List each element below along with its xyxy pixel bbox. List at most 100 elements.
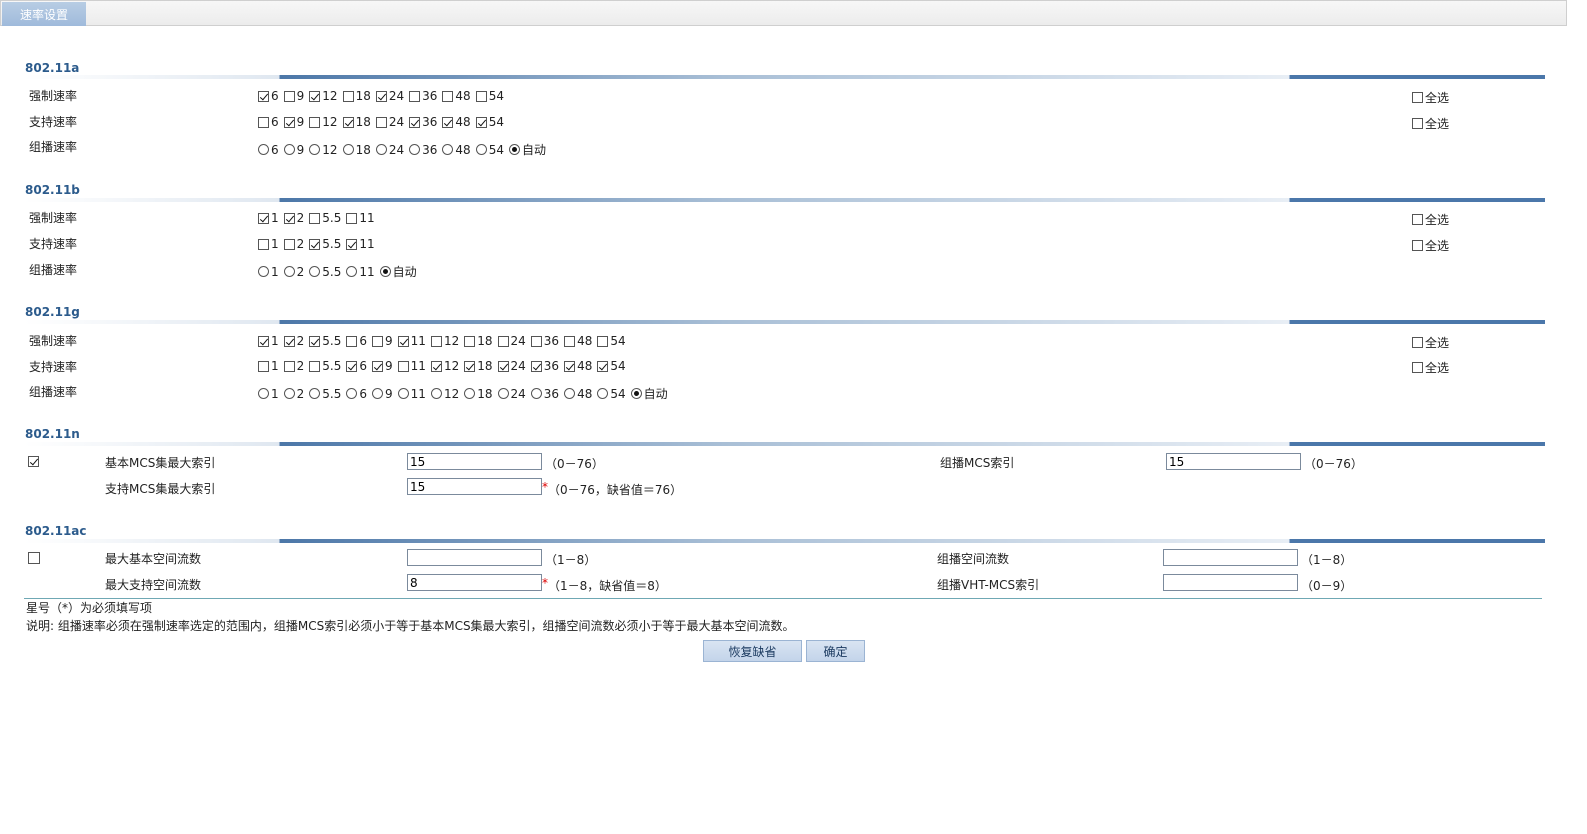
rate-checkbox[interactable] — [564, 335, 576, 347]
multicast-rate-option[interactable]: 11 — [397, 387, 431, 401]
rate-option[interactable]: 12 — [430, 334, 464, 348]
g-supported-select-all[interactable]: 全选 — [1412, 359, 1449, 376]
rate-checkbox[interactable] — [258, 360, 269, 372]
rate-checkbox[interactable] — [430, 360, 442, 372]
multicast-radio[interactable] — [497, 388, 509, 399]
rate-option[interactable]: 5.5 — [309, 211, 346, 225]
rate-option[interactable]: 18 — [464, 334, 497, 348]
multicast-nss-input[interactable] — [1163, 549, 1298, 566]
rate-checkbox[interactable] — [409, 90, 421, 102]
select-all-checkbox[interactable] — [1412, 118, 1423, 129]
multicast-vht-input[interactable] — [1163, 574, 1298, 591]
multicast-rate-option[interactable]: 自动 — [508, 141, 551, 158]
rate-option[interactable]: 11 — [397, 334, 431, 348]
ac-enable-checkbox[interactable] — [28, 552, 40, 564]
multicast-radio[interactable] — [283, 144, 295, 155]
n-enable-checkbox[interactable] — [28, 456, 39, 467]
rate-checkbox[interactable] — [258, 335, 269, 347]
rate-option[interactable]: 1 — [258, 334, 284, 348]
rate-option[interactable]: 24 — [497, 359, 531, 373]
rate-checkbox[interactable] — [309, 335, 321, 347]
multicast-rate-option[interactable]: 自动 — [379, 263, 422, 280]
rate-checkbox[interactable] — [497, 335, 509, 347]
rate-checkbox[interactable] — [283, 212, 295, 224]
rate-option[interactable]: 11 — [397, 359, 431, 373]
rate-checkbox[interactable] — [309, 116, 321, 128]
rate-option[interactable]: 48 — [442, 89, 475, 103]
rate-checkbox[interactable] — [346, 360, 358, 372]
rate-option[interactable]: 9 — [372, 359, 398, 373]
rate-option[interactable]: 36 — [530, 334, 564, 348]
b-mandatory-select-all[interactable]: 全选 — [1412, 211, 1449, 228]
rate-option[interactable]: 6 — [258, 89, 284, 103]
tab-rate-settings[interactable]: 速率设置 — [2, 2, 86, 26]
multicast-rate-option[interactable]: 54 — [475, 143, 509, 157]
rate-option[interactable]: 54 — [597, 334, 630, 348]
multicast-radio[interactable] — [464, 388, 476, 399]
multicast-rate-option[interactable]: 36 — [530, 387, 564, 401]
multicast-rate-option[interactable]: 5.5 — [309, 265, 346, 279]
rate-checkbox[interactable] — [258, 238, 269, 250]
rate-option[interactable]: 12 — [309, 89, 342, 103]
multicast-rate-option[interactable]: 2 — [283, 387, 310, 401]
rate-checkbox[interactable] — [258, 90, 269, 102]
select-all-checkbox[interactable] — [1412, 92, 1423, 103]
rate-checkbox[interactable] — [597, 360, 609, 372]
multicast-radio[interactable] — [397, 388, 409, 399]
multicast-radio[interactable] — [597, 388, 609, 399]
rate-checkbox[interactable] — [346, 238, 358, 250]
rate-option[interactable]: 1 — [258, 359, 284, 373]
rate-checkbox[interactable] — [342, 90, 354, 102]
rate-checkbox[interactable] — [309, 212, 321, 224]
rate-checkbox[interactable] — [283, 335, 295, 347]
rate-checkbox[interactable] — [372, 360, 384, 372]
rate-checkbox[interactable] — [430, 335, 442, 347]
rate-option[interactable]: 2 — [283, 237, 310, 251]
multicast-rate-option[interactable]: 24 — [497, 387, 531, 401]
rate-option[interactable]: 11 — [346, 237, 379, 251]
multicast-rate-option[interactable]: 1 — [258, 387, 284, 401]
rate-checkbox[interactable] — [475, 116, 487, 128]
rate-option[interactable]: 9 — [372, 334, 398, 348]
rate-checkbox[interactable] — [309, 360, 321, 372]
select-all-checkbox[interactable] — [1412, 337, 1423, 348]
multicast-rate-option[interactable]: 自动 — [630, 385, 673, 402]
restore-default-button[interactable]: 恢复缺省 — [703, 640, 802, 662]
multicast-radio[interactable] — [508, 144, 520, 155]
rate-checkbox[interactable] — [258, 212, 269, 224]
a-supported-select-all[interactable]: 全选 — [1412, 115, 1449, 132]
rate-checkbox[interactable] — [283, 360, 295, 372]
rate-checkbox[interactable] — [283, 116, 295, 128]
rate-option[interactable]: 54 — [475, 115, 509, 129]
multicast-radio[interactable] — [283, 266, 295, 277]
rate-checkbox[interactable] — [346, 212, 358, 224]
rate-checkbox[interactable] — [309, 238, 321, 250]
rate-option[interactable]: 18 — [342, 115, 376, 129]
rate-option[interactable]: 12 — [309, 115, 342, 129]
rate-option[interactable]: 5.5 — [309, 359, 346, 373]
rate-option[interactable]: 18 — [342, 89, 376, 103]
multicast-rate-option[interactable]: 6 — [346, 387, 372, 401]
multicast-rate-option[interactable]: 9 — [283, 143, 310, 157]
multicast-radio[interactable] — [342, 144, 354, 155]
rate-checkbox[interactable] — [475, 90, 487, 102]
basic-mcs-input[interactable] — [407, 453, 542, 470]
rate-option[interactable]: 54 — [475, 89, 509, 103]
rate-checkbox[interactable] — [372, 335, 384, 347]
rate-option[interactable]: 48 — [564, 334, 597, 348]
rate-option[interactable]: 5.5 — [309, 237, 346, 251]
rate-checkbox[interactable] — [346, 335, 358, 347]
multicast-radio[interactable] — [475, 144, 487, 155]
rate-option[interactable]: 1 — [258, 211, 284, 225]
rate-checkbox[interactable] — [342, 116, 354, 128]
max-basic-nss-input[interactable] — [407, 549, 542, 566]
rate-option[interactable]: 5.5 — [309, 334, 346, 348]
rate-option[interactable]: 48 — [564, 359, 597, 373]
rate-option[interactable]: 2 — [283, 359, 310, 373]
rate-option[interactable]: 9 — [283, 89, 310, 103]
rate-checkbox[interactable] — [409, 116, 421, 128]
multicast-radio[interactable] — [346, 266, 358, 277]
max-supported-nss-input[interactable] — [407, 574, 542, 591]
ok-button[interactable]: 确定 — [806, 640, 865, 662]
rate-checkbox[interactable] — [442, 116, 454, 128]
